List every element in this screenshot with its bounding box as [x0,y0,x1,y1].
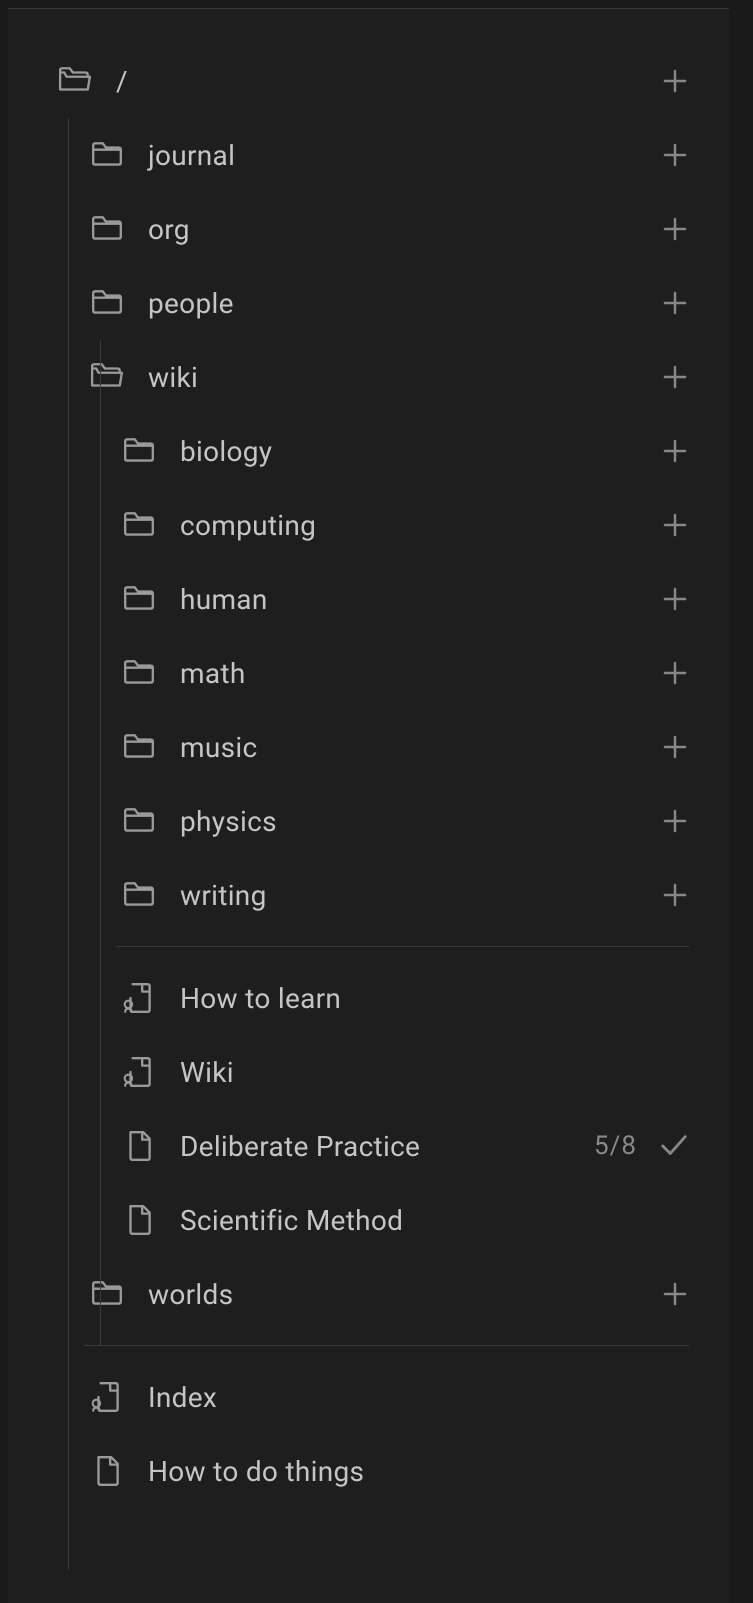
note-label: How to do things [148,1455,689,1488]
folder-people[interactable]: people [8,266,729,340]
add-button[interactable] [661,585,689,613]
folder-human[interactable]: human [8,562,729,636]
note-icon [122,1129,156,1163]
note-link-icon [122,1055,156,1089]
folder-closed-icon [122,878,156,912]
folder-closed-icon [122,434,156,468]
file-tree: / journal org people wiki [8,44,729,1508]
add-button[interactable] [661,733,689,761]
add-button[interactable] [661,881,689,909]
add-button[interactable] [661,67,689,95]
folder-org[interactable]: org [8,192,729,266]
folder-closed-icon [122,804,156,838]
folder-open-icon [90,360,124,394]
divider [116,946,689,947]
folder-label: human [180,583,661,616]
note-icon [90,1454,124,1488]
divider [84,1345,689,1346]
note-label: Wiki [180,1056,689,1089]
add-button[interactable] [661,289,689,317]
folder-closed-icon [122,656,156,690]
folder-label: physics [180,805,661,838]
folder-label: org [148,213,661,246]
folder-closed-icon [122,730,156,764]
check-icon [659,1131,689,1161]
note-label: Scientific Method [180,1204,689,1237]
folder-biology[interactable]: biology [8,414,729,488]
add-button[interactable] [661,363,689,391]
folder-closed-icon [122,508,156,542]
folder-computing[interactable]: computing [8,488,729,562]
note-wiki[interactable]: Wiki [8,1035,729,1109]
folder-open-icon [58,64,92,98]
note-how-to-do-things[interactable]: How to do things [8,1434,729,1508]
note-label: Deliberate Practice [180,1130,594,1163]
note-label: How to learn [180,982,689,1015]
note-label: Index [148,1381,689,1414]
note-how-to-learn[interactable]: How to learn [8,961,729,1035]
folder-writing[interactable]: writing [8,858,729,932]
tree-guide [100,340,101,1346]
folder-label: journal [148,139,661,172]
add-button[interactable] [661,659,689,687]
root-label: / [116,65,661,98]
note-link-icon [122,981,156,1015]
folder-label: biology [180,435,661,468]
add-button[interactable] [661,215,689,243]
add-button[interactable] [661,511,689,539]
folder-label: math [180,657,661,690]
folder-label: computing [180,509,661,542]
note-link-icon [90,1380,124,1414]
folder-journal[interactable]: journal [8,118,729,192]
folder-closed-icon [90,138,124,172]
note-scientific-method[interactable]: Scientific Method [8,1183,729,1257]
tree-guide [68,118,69,1570]
task-count: 5/8 [594,1131,637,1161]
folder-label: wiki [148,361,661,394]
note-icon [122,1203,156,1237]
folder-math[interactable]: math [8,636,729,710]
add-button[interactable] [661,807,689,835]
note-index[interactable]: Index [8,1360,729,1434]
tree-root[interactable]: / [8,44,729,118]
folder-closed-icon [90,286,124,320]
folder-wiki[interactable]: wiki [8,340,729,414]
add-button[interactable] [661,437,689,465]
folder-label: writing [180,879,661,912]
folder-physics[interactable]: physics [8,784,729,858]
add-button[interactable] [661,141,689,169]
folder-worlds[interactable]: worlds [8,1257,729,1331]
add-button[interactable] [661,1280,689,1308]
folder-label: music [180,731,661,764]
folder-label: people [148,287,661,320]
note-deliberate-practice[interactable]: Deliberate Practice 5/8 [8,1109,729,1183]
folder-closed-icon [122,582,156,616]
folder-closed-icon [90,1277,124,1311]
folder-label: worlds [148,1278,661,1311]
folder-music[interactable]: music [8,710,729,784]
folder-closed-icon [90,212,124,246]
